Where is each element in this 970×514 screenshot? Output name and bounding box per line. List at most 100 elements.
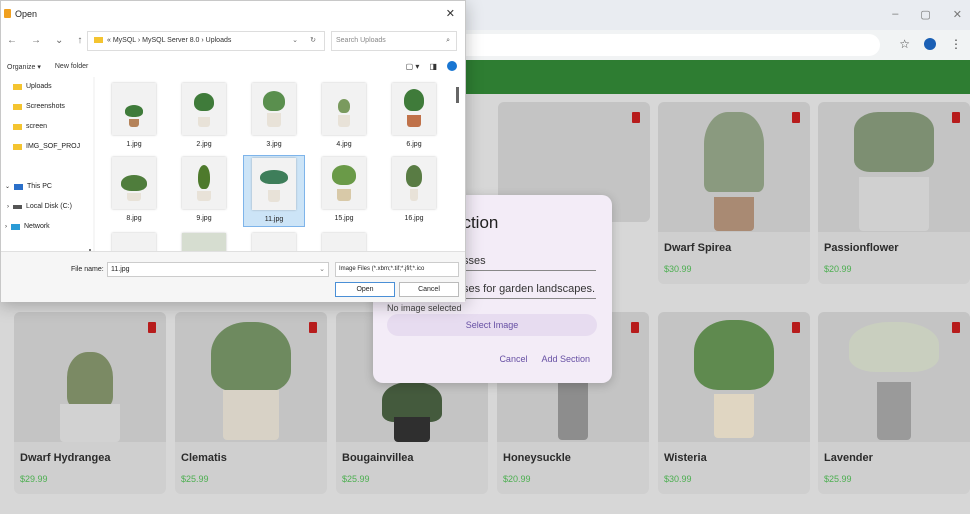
file-item[interactable]: [313, 233, 375, 251]
pot-image: [197, 191, 211, 201]
search-input[interactable]: Search Uploads ⌕: [331, 31, 457, 51]
pot-image: [127, 193, 141, 201]
delete-icon[interactable]: [309, 322, 317, 333]
delete-icon[interactable]: [631, 322, 639, 333]
file-item[interactable]: 15.jpg: [313, 157, 375, 222]
sidebar-item-this-pc[interactable]: ⌄ This PC: [5, 183, 52, 190]
file-name: 3.jpg: [266, 141, 282, 148]
more-menu-icon[interactable]: ⋮: [950, 37, 962, 51]
file-name: 4.jpg: [336, 141, 352, 148]
pot-image: [407, 115, 421, 127]
file-item[interactable]: [173, 233, 235, 251]
organize-button[interactable]: Organize ▾: [7, 63, 41, 71]
expand-chevron-icon[interactable]: ›: [7, 204, 9, 210]
view-options-icon[interactable]: ▢ ▾: [406, 62, 420, 71]
plant-image: [332, 165, 356, 185]
file-item[interactable]: 6.jpg: [383, 83, 445, 148]
sidebar-item-network[interactable]: › Network: [5, 223, 50, 230]
file-item[interactable]: 1.jpg: [103, 83, 165, 148]
network-icon: [11, 223, 20, 230]
plant-image: [260, 170, 288, 184]
plant-image: [125, 105, 143, 117]
delete-icon[interactable]: [952, 322, 960, 333]
file-name-input[interactable]: 11.jpg ⌄: [107, 262, 329, 277]
chevron-down-icon[interactable]: ⌄: [319, 263, 325, 276]
profile-icon[interactable]: [924, 38, 936, 50]
folder-icon: [13, 83, 22, 90]
new-folder-button[interactable]: New folder: [55, 63, 88, 71]
back-arrow-icon[interactable]: ←: [7, 35, 17, 46]
plant-image: [211, 322, 291, 392]
pot-image: [394, 417, 430, 442]
section-description-field[interactable]: ses for garden landscapes.: [463, 283, 596, 299]
chevron-down-icon[interactable]: ⌄: [292, 32, 298, 50]
open-button[interactable]: Open: [335, 282, 395, 297]
product-card: Dwarf Spirea $30.99: [658, 102, 810, 284]
refresh-icon[interactable]: ↻: [310, 32, 316, 50]
sidebar-item-screenshots[interactable]: Screenshots: [13, 103, 65, 110]
file-thumbnail: [392, 83, 436, 135]
expand-chevron-icon[interactable]: ⌄: [5, 183, 10, 190]
file-thumbnail: [182, 233, 226, 251]
file-item[interactable]: 2.jpg: [173, 83, 235, 148]
dialog-navbar: ← → ⌄ ↑ « MySQL › MySQL Server 8.0 › Upl…: [1, 27, 465, 55]
select-image-button[interactable]: Select Image: [387, 314, 597, 336]
pot-image: [129, 119, 139, 127]
section-name-field[interactable]: sses: [463, 255, 596, 271]
file-item[interactable]: [243, 233, 305, 251]
product-price: $20.99: [503, 474, 531, 484]
sidebar-item-uploads[interactable]: Uploads: [13, 83, 52, 90]
close-window-button[interactable]: ✕: [953, 8, 962, 21]
product-image: [818, 102, 970, 232]
sidebar-item-screen[interactable]: screen: [13, 123, 47, 130]
expand-chevron-icon[interactable]: ›: [5, 224, 7, 230]
help-icon[interactable]: [447, 61, 457, 71]
address-bar[interactable]: [420, 34, 880, 56]
file-item[interactable]: 8.jpg: [103, 157, 165, 222]
sidebar-item-label: Screenshots: [26, 103, 65, 110]
pot-image: [714, 197, 754, 231]
delete-icon[interactable]: [148, 322, 156, 333]
up-arrow-icon[interactable]: ↑: [77, 35, 82, 46]
file-name: 8.jpg: [126, 215, 142, 222]
delete-icon[interactable]: [792, 322, 800, 333]
file-item[interactable]: 16.jpg: [383, 157, 445, 222]
file-item[interactable]: [103, 233, 165, 251]
minimize-button[interactable]: –: [892, 8, 898, 21]
breadcrumb[interactable]: « MySQL › MySQL Server 8.0 › Uploads ⌄ ↻: [87, 31, 325, 51]
product-card: Wisteria $30.99: [658, 312, 810, 494]
file-item-selected[interactable]: 11.jpg: [243, 155, 305, 227]
delete-icon[interactable]: [792, 112, 800, 123]
add-section-button[interactable]: Add Section: [541, 354, 590, 364]
file-item[interactable]: 9.jpg: [173, 157, 235, 222]
delete-icon[interactable]: [632, 112, 640, 123]
product-price: $30.99: [664, 474, 692, 484]
sidebar-item-local-disk[interactable]: › Local Disk (C:): [7, 203, 72, 210]
file-item[interactable]: 4.jpg: [313, 83, 375, 148]
delete-icon[interactable]: [952, 112, 960, 123]
bookmark-star-icon[interactable]: ☆: [899, 37, 910, 51]
file-list-scrollbar[interactable]: [456, 87, 459, 103]
sidebar-item-label: screen: [26, 123, 48, 130]
file-name: 15.jpg: [334, 215, 354, 222]
product-price: $25.99: [342, 474, 370, 484]
file-thumbnail: [112, 83, 156, 135]
forward-arrow-icon[interactable]: →: [31, 35, 41, 46]
pot-image: [337, 189, 351, 201]
modal-cancel-button[interactable]: Cancel: [499, 354, 527, 364]
app-icon: [4, 9, 11, 18]
sidebar-item-label: Local Disk (C:): [26, 203, 72, 210]
cancel-button[interactable]: Cancel: [399, 282, 459, 297]
no-image-label: No image selected: [387, 303, 462, 313]
close-icon[interactable]: ✕: [446, 7, 455, 20]
pot-image: [338, 115, 350, 127]
sidebar-item-img-sof-proj[interactable]: IMG_SOF_PROJ: [13, 143, 80, 150]
file-thumbnail: [252, 158, 296, 210]
file-item[interactable]: 3.jpg: [243, 83, 305, 148]
preview-pane-icon[interactable]: ◨: [429, 62, 437, 71]
file-type-select[interactable]: Image Files (*.xbm;*.tif;*.jfif;*.ico: [335, 262, 459, 277]
maximize-button[interactable]: ▢: [920, 8, 930, 21]
dialog-title: Open: [15, 9, 38, 19]
recent-dropdown-icon[interactable]: ⌄: [55, 35, 63, 46]
pot-image: [223, 390, 279, 440]
